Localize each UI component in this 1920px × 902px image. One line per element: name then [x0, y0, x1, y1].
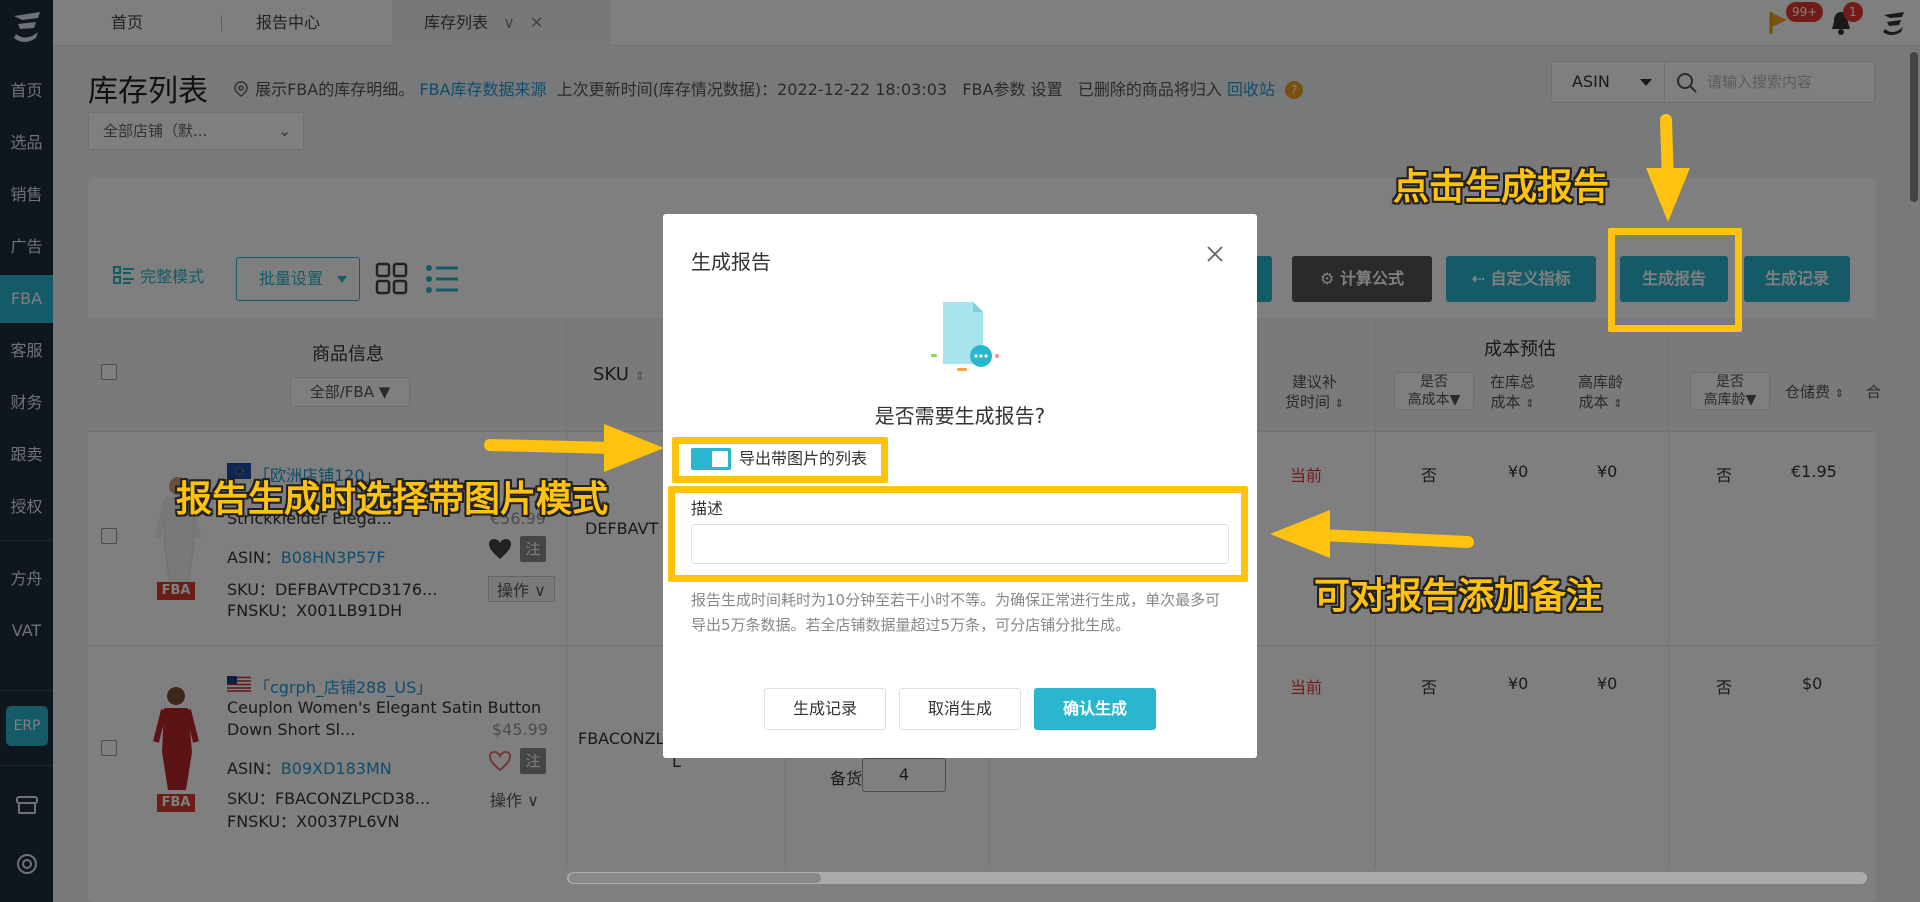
close-icon[interactable]: [1203, 242, 1227, 266]
dialog-question: 是否需要生成报告?: [874, 404, 1046, 428]
annotation-click-generate: 点击生成报告: [1393, 167, 1610, 208]
dialog-hint: 报告生成时间耗时为10分钟至若干小时不等。为确保正常进行生成，单次最多可导出5万…: [691, 591, 1221, 634]
annotation-box-description: [668, 486, 1248, 582]
confirm-generate-button[interactable]: 确认生成: [1034, 688, 1156, 730]
dialog-title: 生成报告: [691, 250, 771, 274]
scrollbar-thumb[interactable]: [569, 873, 821, 883]
document-illustration-icon: [931, 302, 999, 371]
annotation-box-generate: [1608, 228, 1742, 332]
annotation-add-note: 可对报告添加备注: [1314, 576, 1603, 617]
cancel-button[interactable]: 取消生成: [899, 688, 1021, 730]
horizontal-scrollbar[interactable]: [567, 872, 1867, 884]
annotation-image-mode: 报告生成时选择带图片模式: [176, 479, 609, 520]
annotation-box-switch: [672, 437, 888, 483]
view-records-button[interactable]: 生成记录: [764, 688, 886, 730]
